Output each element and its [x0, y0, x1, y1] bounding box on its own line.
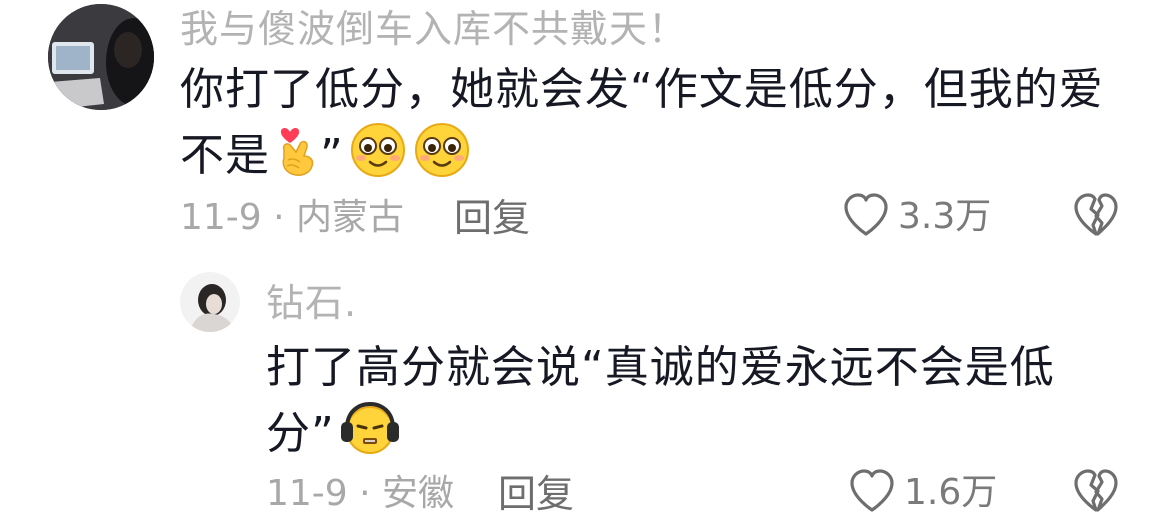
- comment-content-line: 你打了低分，她就会发“作文是低分，但我的爱: [180, 64, 1104, 115]
- reply-button[interactable]: 回复: [454, 196, 530, 240]
- comment-meta: 11-9 · 安徽: [266, 473, 455, 514]
- headphone-emoji: [339, 400, 401, 456]
- broken-heart-icon[interactable]: [1072, 193, 1120, 242]
- smiling-emoji: [412, 122, 472, 178]
- like-button[interactable]: 1.6万: [848, 468, 997, 518]
- comment-content: 你打了低分，她就会发“作文是低分，但我的爱 不是 ”: [180, 58, 1104, 188]
- dislike-button[interactable]: [1072, 468, 1120, 518]
- comment-username[interactable]: 我与傻波倒车入库不共戴天！: [180, 6, 687, 52]
- reply-button[interactable]: 回复: [498, 472, 574, 516]
- comment-content-text: 分”: [266, 408, 335, 459]
- heart-icon[interactable]: [842, 192, 890, 242]
- comment-content-line: 打了高分就会说“真诚的爱永远不会是低: [266, 342, 1055, 393]
- avatar[interactable]: [180, 272, 240, 332]
- comment-content-text: 不是: [180, 130, 270, 181]
- comment-content: 打了高分就会说“真诚的爱永远不会是低 分”: [266, 336, 1055, 466]
- avatar[interactable]: [48, 4, 154, 110]
- like-count: 3.3万: [898, 196, 992, 237]
- comment-content-line: 不是 ”: [180, 122, 1104, 188]
- like-count: 1.6万: [904, 472, 998, 513]
- comment-meta: 11-9 · 内蒙古: [180, 197, 405, 238]
- finger-heart-emoji: [274, 122, 320, 178]
- comment-content-line: 分”: [266, 400, 1055, 466]
- dislike-button[interactable]: [1072, 192, 1120, 242]
- smiling-emoji: [348, 122, 408, 178]
- heart-icon[interactable]: [848, 468, 896, 518]
- broken-heart-icon[interactable]: [1072, 469, 1120, 518]
- comment-username[interactable]: 钻石.: [266, 280, 357, 326]
- comment-content-text: ”: [320, 130, 344, 181]
- like-button[interactable]: 3.3万: [842, 192, 991, 242]
